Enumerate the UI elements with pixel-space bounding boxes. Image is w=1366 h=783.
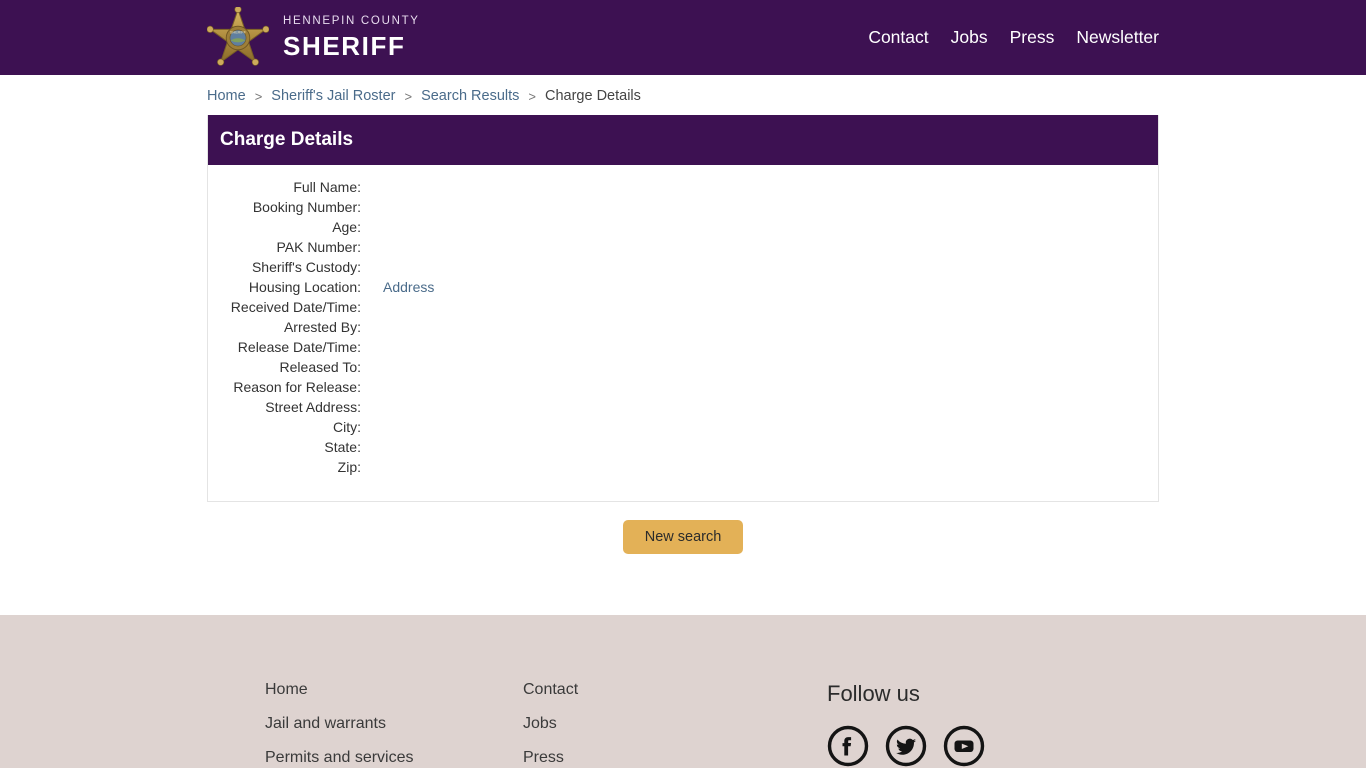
field-row: Release Date/Time: [208, 339, 1158, 359]
nav-link-press[interactable]: Press [1010, 27, 1055, 48]
charge-details-card: Charge Details Full Name: Booking Number… [207, 115, 1159, 502]
field-row: City: [208, 419, 1158, 439]
label-release-date-time: Release Date/Time: [237, 339, 361, 355]
field-row: Arrested By: [208, 319, 1158, 339]
field-row: Received Date/Time: [208, 299, 1158, 319]
label-pak-number: PAK Number: [276, 239, 361, 255]
site-footer: Home Jail and warrants Permits and servi… [0, 615, 1366, 768]
field-row: Reason for Release: [208, 379, 1158, 399]
field-row: State: [208, 439, 1158, 459]
breadcrumb-item-current: Charge Details [544, 88, 641, 104]
breadcrumb-separator: > [254, 88, 263, 104]
brand-logo-link[interactable]: SHERIFF HENNEPIN COUNTY SHERIFF [206, 5, 420, 69]
twitter-icon[interactable] [885, 725, 927, 767]
breadcrumb-separator: > [404, 88, 413, 104]
sheriff-star-badge-icon: SHERIFF [206, 5, 270, 69]
label-street-address: Street Address: [265, 399, 361, 415]
footer-link-permits-and-services[interactable]: Permits and services [265, 749, 523, 767]
breadcrumb-item-home[interactable]: Home [207, 88, 246, 104]
new-search-button[interactable]: New search [622, 520, 744, 554]
breadcrumb-item-search-results[interactable]: Search Results [421, 88, 519, 104]
breadcrumb-item-jail-roster[interactable]: Sheriff's Jail Roster [271, 88, 395, 104]
nav-link-contact[interactable]: Contact [868, 27, 928, 48]
field-row: PAK Number: [208, 239, 1158, 259]
value-housing-location: Address [383, 279, 434, 295]
page-title: Charge Details [220, 129, 354, 150]
label-sheriffs-custody: Sheriff's Custody: [251, 259, 361, 275]
housing-location-address-link[interactable]: Address [383, 279, 434, 295]
charge-details-fields: Full Name: Booking Number: Age: PAK Numb… [208, 165, 1158, 501]
svg-text:SHERIFF: SHERIFF [230, 30, 247, 34]
label-housing-location: Housing Location: [248, 279, 361, 295]
label-city: City: [333, 419, 361, 435]
nav-link-jobs[interactable]: Jobs [951, 27, 988, 48]
field-row: Street Address: [208, 399, 1158, 419]
field-row: Full Name: [208, 179, 1158, 199]
footer-link-jobs[interactable]: Jobs [523, 715, 803, 733]
social-links [827, 725, 1159, 783]
label-released-to: Released To: [279, 359, 361, 375]
youtube-icon[interactable] [943, 725, 985, 767]
footer-link-jail-and-warrants[interactable]: Jail and warrants [265, 715, 523, 733]
footer-link-home[interactable]: Home [265, 681, 523, 699]
label-received-date-time: Received Date/Time: [230, 299, 361, 315]
footer-link-contact[interactable]: Contact [523, 681, 803, 699]
label-zip: Zip: [337, 459, 361, 475]
main-navigation: Contact Jobs Press Newsletter [868, 27, 1159, 48]
card-header: Charge Details [208, 115, 1158, 165]
follow-us-heading: Follow us [827, 681, 920, 706]
breadcrumb: Home > Sheriff's Jail Roster > Search Re… [207, 75, 1159, 104]
field-row: Booking Number: [208, 199, 1158, 219]
footer-link-press[interactable]: Press [523, 749, 803, 767]
label-full-name: Full Name: [293, 179, 361, 195]
site-header: SHERIFF HENNEPIN COUNTY SHERIFF Contact … [0, 0, 1366, 75]
field-row: Housing Location: Address [208, 279, 1158, 299]
field-row: Age: [208, 219, 1158, 239]
field-row: Released To: [208, 359, 1158, 379]
label-arrested-by: Arrested By: [283, 319, 361, 335]
field-row: Sheriff's Custody: [208, 259, 1158, 279]
label-reason-for-release: Reason for Release: [233, 379, 361, 395]
action-bar: New search [207, 520, 1159, 554]
label-state: State: [324, 439, 361, 455]
facebook-icon[interactable] [827, 725, 869, 767]
brand-subtitle: HENNEPIN COUNTY [283, 15, 420, 28]
label-age: Age: [332, 219, 361, 235]
breadcrumb-separator: > [528, 88, 536, 104]
nav-link-newsletter[interactable]: Newsletter [1076, 27, 1159, 48]
field-row: Zip: [208, 459, 1158, 479]
label-booking-number: Booking Number: [252, 199, 361, 215]
brand-title: SHERIFF [283, 30, 406, 61]
